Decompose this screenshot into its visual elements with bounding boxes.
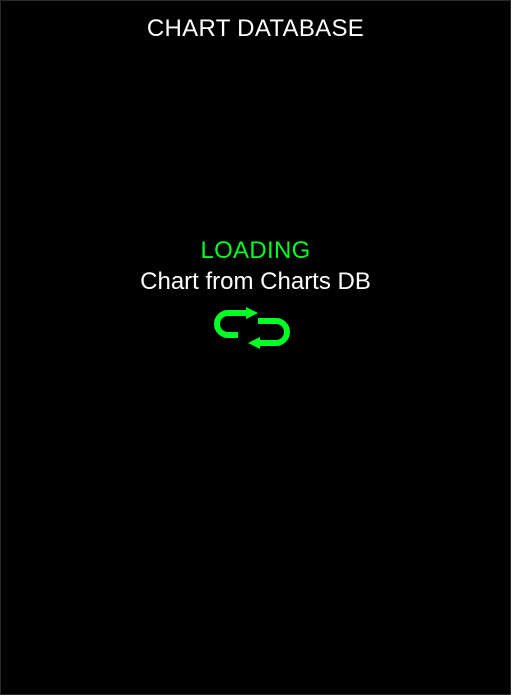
chart-database-screen: CHART DATABASE LOADING Chart from Charts… [0, 0, 511, 695]
loading-cycle-arrows-icon [214, 307, 290, 349]
page-title: CHART DATABASE [146, 15, 365, 42]
loading-panel: LOADING Chart from Charts DB [1, 237, 510, 297]
loading-status-label: LOADING [200, 237, 311, 264]
loading-message: Chart from Charts DB [140, 268, 371, 295]
